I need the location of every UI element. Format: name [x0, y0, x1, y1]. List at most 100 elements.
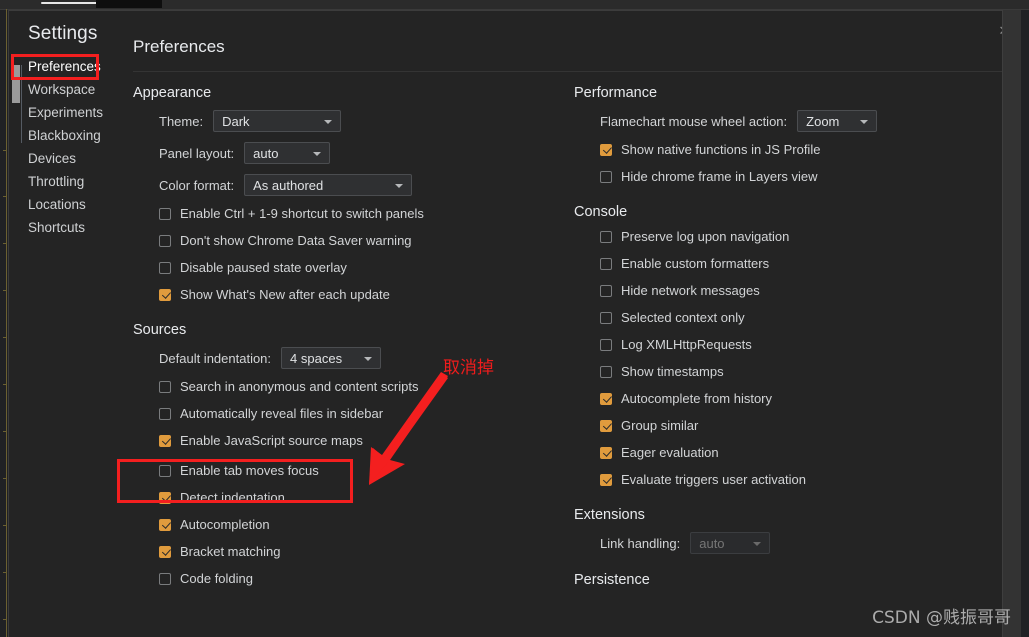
settings-dialog: ✕ Settings Preferences Workspace Experim…: [8, 10, 1021, 637]
checkbox-row-bracket-matching[interactable]: Bracket matching: [133, 544, 553, 559]
sidebar-scrollbar-thumb[interactable]: [12, 65, 20, 103]
section-title-persistence: Persistence: [574, 572, 650, 588]
checkbox-row-detect-indentation[interactable]: Detect indentation: [133, 490, 553, 505]
background-ruler-tick: [3, 431, 7, 432]
checkbox-row-search-anonymous[interactable]: Search in anonymous and content scripts: [133, 379, 553, 394]
default-indentation-label: Default indentation:: [159, 350, 272, 366]
checkbox-row-autocomplete-history[interactable]: Autocomplete from history: [574, 391, 974, 406]
checkbox-icon[interactable]: [159, 407, 171, 420]
screenshot-root: ✕ Settings Preferences Workspace Experim…: [0, 0, 1029, 637]
checkbox-icon[interactable]: [600, 170, 612, 183]
link-handling-select[interactable]: auto: [690, 532, 771, 554]
background-ruler-tick: [3, 290, 7, 291]
checkbox-label: Enable Ctrl + 1-9 shortcut to switch pan…: [180, 206, 424, 221]
default-indentation-select[interactable]: 4 spaces: [281, 347, 382, 369]
checkbox-label: Autocomplete from history: [621, 391, 773, 406]
checkbox-row-selected-context-only[interactable]: Selected context only: [574, 310, 974, 325]
checkbox-icon[interactable]: [159, 464, 171, 477]
checkbox-row-preserve-log[interactable]: Preserve log upon navigation: [574, 229, 974, 244]
checkbox-label: Evaluate triggers user activation: [621, 472, 806, 487]
sidebar-item-experiments[interactable]: Experiments: [18, 101, 122, 124]
chevron-down-icon: [324, 120, 333, 124]
checkbox-row-hide-network-messages[interactable]: Hide network messages: [574, 283, 974, 298]
color-format-select-value: As authored: [253, 178, 324, 193]
checkbox-row-evaluate-user-activation[interactable]: Evaluate triggers user activation: [574, 472, 974, 487]
content-scrollbar[interactable]: [1003, 10, 1021, 637]
sidebar-item-workspace[interactable]: Workspace: [18, 78, 122, 101]
checkbox-label: Show native functions in JS Profile: [621, 142, 821, 157]
sidebar-item-devices[interactable]: Devices: [18, 147, 122, 170]
chevron-down-icon: [753, 542, 762, 546]
theme-select[interactable]: Dark: [213, 110, 342, 132]
background-ruler-tick: [3, 337, 7, 338]
panel-layout-label: Panel layout:: [159, 145, 235, 161]
checkbox-label: Selected context only: [621, 310, 745, 325]
section-title-appearance: Appearance: [133, 85, 212, 101]
checkbox-row-auto-reveal-files[interactable]: Automatically reveal files in sidebar: [133, 406, 553, 421]
checkbox-row-whats-new[interactable]: Show What's New after each update: [133, 287, 553, 302]
checkbox-row-log-xhr[interactable]: Log XMLHttpRequests: [574, 337, 974, 352]
checkbox-icon[interactable]: [159, 380, 171, 393]
sidebar-item-shortcuts[interactable]: Shortcuts: [18, 216, 122, 239]
background-ruler: [6, 9, 7, 637]
checkbox-label: Eager evaluation: [621, 445, 719, 460]
checkbox-icon[interactable]: [159, 288, 171, 301]
theme-row: Theme: Dark: [133, 110, 553, 132]
theme-select-value: Dark: [222, 114, 250, 129]
checkbox-icon[interactable]: [600, 446, 612, 459]
checkbox-icon[interactable]: [159, 434, 171, 447]
checkbox-icon[interactable]: [600, 419, 612, 432]
checkbox-row-group-similar[interactable]: Group similar: [574, 418, 974, 433]
checkbox-label: Code folding: [180, 571, 253, 586]
section-title-extensions: Extensions: [574, 507, 645, 523]
checkbox-icon[interactable]: [159, 491, 171, 504]
checkbox-icon[interactable]: [159, 261, 171, 274]
theme-label: Theme:: [159, 113, 204, 129]
browser-inactive-tab[interactable]: [96, 0, 162, 8]
checkbox-icon[interactable]: [600, 257, 612, 270]
sidebar-item-locations[interactable]: Locations: [18, 193, 122, 216]
checkbox-icon[interactable]: [600, 230, 612, 243]
checkbox-row-disable-paused-overlay[interactable]: Disable paused state overlay: [133, 260, 553, 275]
checkbox-row-show-timestamps[interactable]: Show timestamps: [574, 364, 974, 379]
default-indentation-select-value: 4 spaces: [290, 351, 343, 366]
panel-layout-select[interactable]: auto: [244, 142, 331, 164]
checkbox-row-custom-formatters[interactable]: Enable custom formatters: [574, 256, 974, 271]
checkbox-row-js-source-maps[interactable]: Enable JavaScript source maps: [133, 433, 553, 448]
checkbox-icon[interactable]: [600, 392, 612, 405]
checkbox-icon[interactable]: [600, 284, 612, 297]
checkbox-icon[interactable]: [600, 338, 612, 351]
checkbox-icon[interactable]: [159, 207, 171, 220]
checkbox-row-tab-moves-focus[interactable]: Enable tab moves focus: [133, 463, 553, 478]
checkbox-label: Don't show Chrome Data Saver warning: [180, 233, 412, 248]
checkbox-icon[interactable]: [159, 545, 171, 558]
flamechart-wheel-select[interactable]: Zoom: [797, 110, 878, 132]
color-format-select[interactable]: As authored: [244, 174, 413, 196]
section-title-console: Console: [574, 204, 628, 220]
checkbox-icon[interactable]: [600, 143, 612, 156]
checkbox-row-autocompletion[interactable]: Autocompletion: [133, 517, 553, 532]
checkbox-row-ctrl-shortcut[interactable]: Enable Ctrl + 1-9 shortcut to switch pan…: [133, 206, 553, 221]
checkbox-icon[interactable]: [159, 234, 171, 247]
checkbox-row-code-folding[interactable]: Code folding: [133, 571, 553, 586]
sidebar-item-throttling[interactable]: Throttling: [18, 170, 122, 193]
flamechart-wheel-row: Flamechart mouse wheel action: Zoom: [574, 110, 974, 132]
checkbox-row-data-saver-warning[interactable]: Don't show Chrome Data Saver warning: [133, 233, 553, 248]
sidebar-item-preferences[interactable]: Preferences: [18, 55, 122, 78]
checkbox-icon[interactable]: [600, 311, 612, 324]
checkbox-label: Detect indentation: [180, 490, 285, 505]
sidebar-item-blackboxing[interactable]: Blackboxing: [18, 124, 122, 147]
checkbox-row-eager-evaluation[interactable]: Eager evaluation: [574, 445, 974, 460]
background-ruler-tick: [3, 619, 7, 620]
checkbox-icon[interactable]: [159, 518, 171, 531]
checkbox-row-hide-chrome-frame[interactable]: Hide chrome frame in Layers view: [574, 169, 974, 184]
color-format-row: Color format: As authored: [133, 174, 553, 196]
checkbox-label: Autocompletion: [180, 517, 270, 532]
checkbox-row-native-functions[interactable]: Show native functions in JS Profile: [574, 142, 974, 157]
checkbox-icon[interactable]: [600, 473, 612, 486]
chevron-down-icon: [395, 184, 404, 188]
checkbox-icon[interactable]: [600, 365, 612, 378]
background-ruler-tick: [3, 478, 7, 479]
background-ruler-tick: [3, 572, 7, 573]
checkbox-icon[interactable]: [159, 572, 171, 585]
